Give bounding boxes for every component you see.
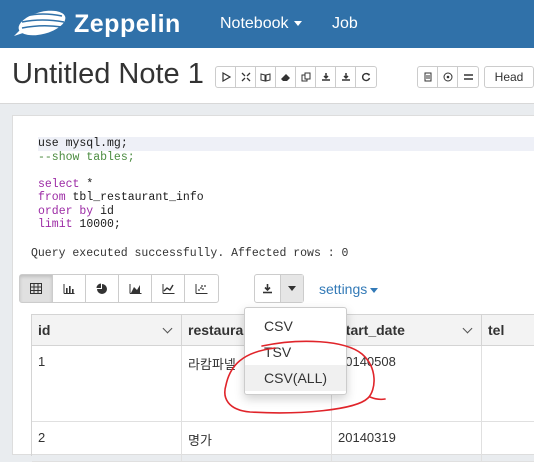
download-button[interactable]	[255, 275, 281, 302]
table-cell	[482, 346, 534, 421]
run-all-button[interactable]	[216, 67, 236, 87]
note-toolbar-secondary	[417, 66, 479, 88]
swap-icon	[463, 74, 473, 80]
eraser-icon	[281, 74, 290, 81]
code-line: order by id	[38, 204, 114, 218]
play-icon	[221, 72, 231, 82]
toggle-output-button[interactable]	[256, 67, 276, 87]
table-cell: 1	[32, 346, 182, 421]
code-line: --show tables;	[38, 150, 135, 164]
schedule-button[interactable]	[438, 67, 458, 87]
table-cell	[482, 422, 534, 461]
table-row: 2 명가 20140319	[32, 422, 534, 462]
column-header-label: tel	[488, 322, 505, 338]
table-view-button[interactable]	[20, 275, 53, 302]
brand-name: Zeppelin	[74, 9, 181, 38]
table-cell: 20140319	[332, 422, 482, 461]
collapse-icon	[241, 72, 250, 82]
copy-icon	[301, 72, 310, 82]
caret-down-icon	[293, 21, 302, 27]
settings-label: settings	[319, 281, 368, 297]
pie-chart-button[interactable]	[86, 275, 119, 302]
table-cell: 20140508	[332, 346, 482, 421]
download-dropdown-toggle[interactable]	[281, 275, 303, 302]
line-chart-icon	[162, 284, 174, 294]
note-toolbar-main	[215, 66, 377, 88]
export-note-button[interactable]	[316, 67, 336, 87]
column-header-label: start_date	[338, 322, 405, 338]
area-chart-button[interactable]	[119, 275, 152, 302]
table-cell: 2	[32, 422, 182, 461]
clone-icon	[424, 72, 431, 82]
export-alt-icon	[341, 73, 350, 81]
area-chart-icon	[129, 284, 141, 294]
nav-job-label: Job	[332, 15, 358, 32]
download-button-group	[254, 274, 304, 303]
column-header-start-date[interactable]: start_date	[332, 315, 482, 346]
export-icon	[321, 73, 330, 81]
code-line: select *	[38, 177, 94, 191]
scatter-chart-icon	[195, 284, 208, 294]
caret-down-icon	[288, 286, 296, 291]
paragraph-panel: use mysql.mg; --show tables; select * from…	[12, 115, 534, 462]
zeppelin-airship-icon	[14, 10, 66, 36]
code-line: limit 10000;	[38, 218, 121, 231]
head-revision-button[interactable]: Head	[484, 66, 534, 88]
chevron-down-icon[interactable]	[162, 323, 173, 334]
refresh-icon	[361, 72, 371, 82]
clone-note-button[interactable]	[296, 67, 316, 87]
nav-job-link[interactable]: Job	[332, 15, 358, 33]
column-header-label: id	[38, 322, 51, 338]
download-csv-all-option[interactable]: CSV(ALL)	[245, 365, 346, 391]
download-dropdown-menu: CSV TSV CSV(ALL)	[244, 307, 347, 395]
interpreter-binding-button[interactable]	[458, 67, 478, 87]
settings-toggle[interactable]: settings	[319, 281, 379, 297]
toggle-editor-button[interactable]	[236, 67, 256, 87]
bar-chart-icon	[63, 284, 75, 294]
line-chart-button[interactable]	[152, 275, 185, 302]
visualization-toolbar	[19, 274, 219, 303]
download-tsv-option[interactable]: TSV	[245, 339, 346, 365]
reload-button[interactable]	[356, 67, 376, 87]
pie-chart-icon	[96, 283, 107, 294]
code-editor[interactable]: use mysql.mg; --show tables; select * from…	[38, 137, 534, 235]
download-icon	[263, 284, 272, 294]
note-header: Untitled Note 1 Head	[0, 48, 534, 104]
top-navbar: Zeppelin Notebook Job	[0, 0, 534, 48]
version-button[interactable]	[418, 67, 438, 87]
clear-output-button[interactable]	[276, 67, 296, 87]
note-title[interactable]: Untitled Note 1	[12, 58, 204, 91]
code-line: from tbl_restaurant_info	[38, 191, 204, 204]
table-icon	[30, 283, 42, 294]
table-cell: 명가	[182, 422, 332, 461]
column-header-id[interactable]: id	[32, 315, 182, 346]
download-csv-option[interactable]: CSV	[245, 313, 346, 339]
clock-icon	[443, 72, 452, 82]
column-header-tel[interactable]: tel	[482, 315, 534, 346]
nav-notebook-label: Notebook	[220, 15, 289, 32]
zeppelin-logo[interactable]: Zeppelin	[12, 6, 181, 42]
code-line: use mysql.mg;	[38, 137, 534, 151]
result-message: Query executed successfully. Affected ro…	[31, 247, 349, 260]
book-icon	[260, 73, 271, 82]
export-alt-button[interactable]	[336, 67, 356, 87]
scatter-chart-button[interactable]	[185, 275, 218, 302]
caret-down-icon	[370, 287, 379, 293]
nav-notebook-menu[interactable]: Notebook	[220, 15, 302, 33]
bar-chart-button[interactable]	[53, 275, 86, 302]
chevron-down-icon[interactable]	[462, 323, 473, 334]
